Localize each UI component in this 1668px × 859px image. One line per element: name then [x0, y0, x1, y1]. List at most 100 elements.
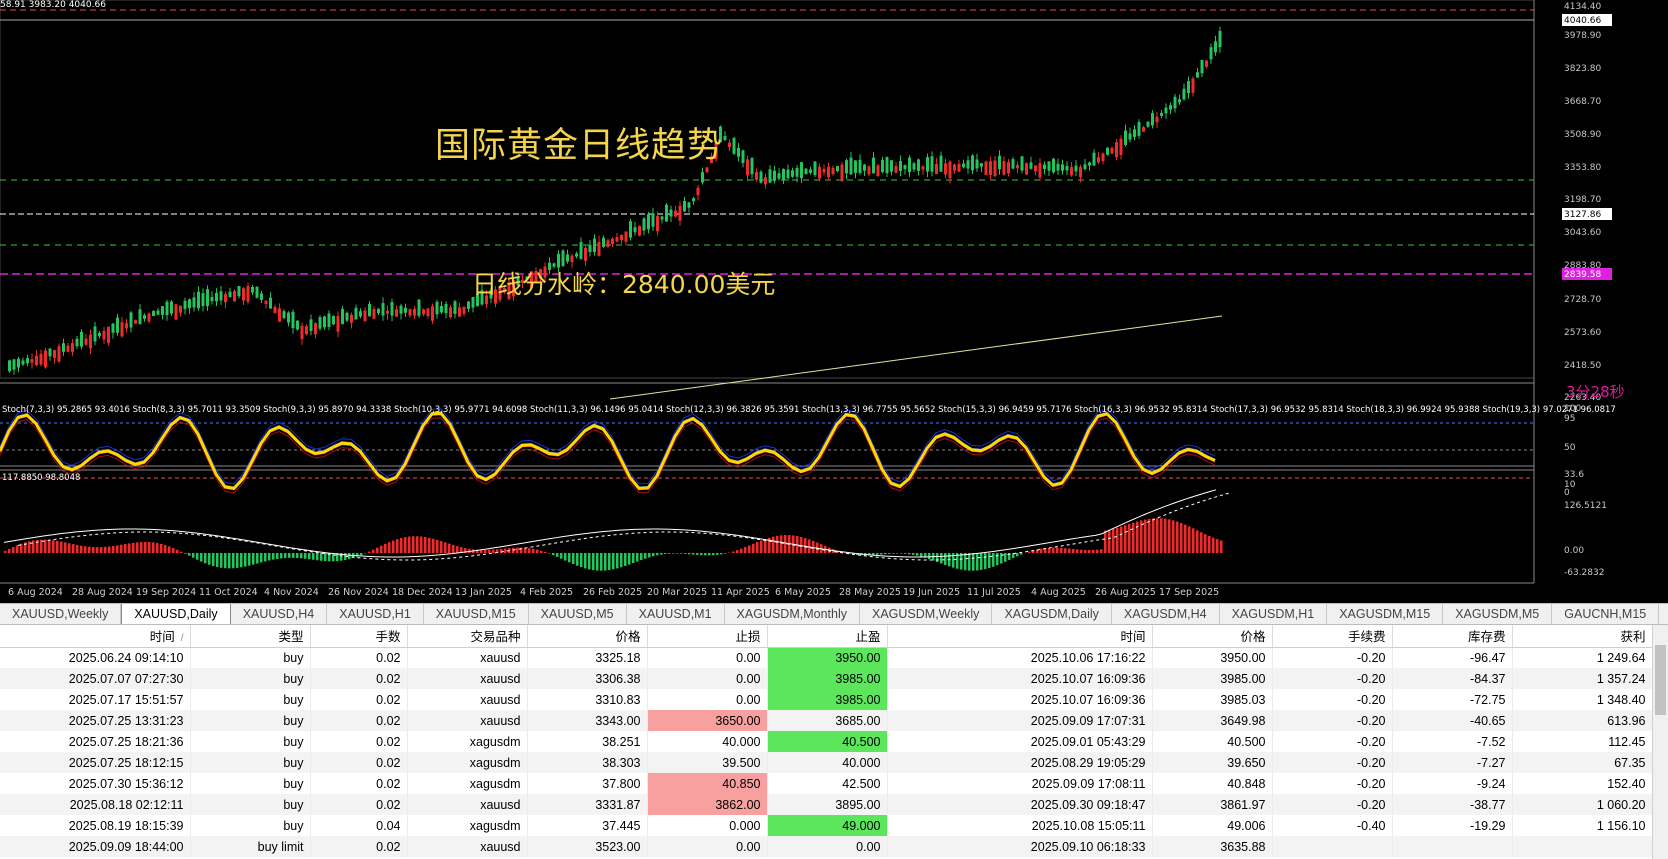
column-header[interactable]: 获利: [1512, 625, 1653, 648]
column-header[interactable]: 止盈: [767, 625, 888, 648]
candle-body: [1047, 161, 1051, 171]
column-header[interactable]: 时间: [887, 625, 1153, 648]
tab-xauusd-h1[interactable]: XAUUSD,H1: [327, 604, 424, 624]
candle-body: [1016, 165, 1019, 169]
table-row[interactable]: 2025.06.24 09:14:10 buy 0.02 xauusd 3325.18 0…: [0, 647, 1653, 668]
table-row[interactable]: 2025.09.09 18:44:00 buy limit 0.02 xauusd 35…: [0, 836, 1653, 857]
table-cell: 49.006: [1152, 815, 1273, 836]
tab-xauusd-m1[interactable]: XAUUSD,M1: [627, 604, 725, 624]
candle-body: [26, 358, 29, 364]
tab-xauusd-h4[interactable]: XAUUSD,H4: [231, 604, 328, 624]
candle-body: [431, 306, 434, 321]
tab-xagusdm-m5[interactable]: XAGUSDM,M5: [1443, 604, 1553, 624]
macd-bar: [640, 553, 643, 561]
candle-body: [440, 305, 443, 313]
macd-bar: [1220, 540, 1223, 553]
candle-body: [224, 294, 227, 303]
watershed-annotation: 日线分水岭：2840.00美元: [472, 270, 776, 299]
tab-xauusd-daily[interactable]: XAUUSD,Daily: [121, 604, 231, 624]
column-header[interactable]: 手数: [310, 625, 408, 648]
macd-bar: [620, 553, 623, 568]
table-row[interactable]: 2025.07.25 13:31:23 buy 0.02 xauusd 3343.00 3…: [0, 710, 1653, 731]
candle-body: [678, 205, 682, 221]
candle-body: [746, 159, 749, 176]
tab-xagusdm-daily[interactable]: XAGUSDM,Daily: [992, 604, 1112, 624]
macd-bar: [112, 545, 115, 553]
chart-canvas[interactable]: 4134.40 3978.90 3823.80 3668.70 3508.90 3353.…: [0, 0, 1668, 600]
table-row[interactable]: 2025.07.25 18:12:15 buy 0.02 xagusdm 38.303 3…: [0, 752, 1653, 773]
candle-body: [116, 317, 119, 333]
macd-bar: [772, 536, 775, 553]
table-cell: 3523.00: [527, 836, 648, 857]
candle-body: [1034, 165, 1037, 172]
tab-xauusd-m5[interactable]: XAUUSD,M5: [529, 604, 627, 624]
table-row[interactable]: 2025.07.30 15:36:12 buy 0.02 xagusdm 37.800 4…: [0, 773, 1653, 794]
table-cell: 0.00: [647, 668, 768, 689]
table-cell: xauusd: [407, 689, 528, 710]
tab-xagusdm-h4[interactable]: XAGUSDM,H4: [1112, 604, 1220, 624]
candle-body: [336, 315, 340, 332]
macd-bar: [744, 547, 747, 553]
trade-history-table[interactable]: 时间 / 类型 手数 交易品种 价格 止损 止盈 时间 价格 手续费 库存费 获利 2025.06.24…: [0, 625, 1668, 859]
column-header[interactable]: 库存费: [1392, 625, 1513, 648]
table-row[interactable]: 2025.08.18 02:12:11 buy 0.02 xauusd 3331.87 3…: [0, 794, 1653, 815]
tab-gaucnh-m15[interactable]: GAUCNH,M15: [1552, 604, 1660, 624]
macd-bar: [660, 553, 663, 555]
candle-body: [809, 169, 812, 173]
column-header[interactable]: 手续费: [1272, 625, 1393, 648]
candle-body: [993, 160, 997, 176]
candle-body: [818, 166, 821, 179]
candle-body: [1056, 163, 1060, 171]
candle-body: [260, 293, 263, 300]
macd-bar: [888, 553, 891, 554]
candle-body: [296, 320, 299, 330]
macd-bar: [144, 541, 147, 553]
candle-body: [233, 291, 236, 302]
macd-bar: [696, 553, 699, 555]
table-row[interactable]: 2025.08.19 18:15:39 buy 0.04 xagusdm 37.445 0…: [0, 815, 1653, 836]
table-row[interactable]: 2025.07.17 15:51:57 buy 0.02 xauusd 3310.83 0…: [0, 689, 1653, 710]
candle-body: [201, 293, 205, 306]
macd-bar: [1048, 547, 1051, 553]
macd-bar: [564, 553, 567, 561]
macd-bar: [552, 553, 555, 556]
tab-xagusdm-m15[interactable]: XAGUSDM,M15: [1327, 604, 1444, 624]
table-row[interactable]: 2025.07.25 18:21:36 buy 0.02 xagusdm 38.251 4…: [0, 731, 1653, 752]
tab-xagusdm-monthly[interactable]: XAGUSDM,Monthly: [725, 604, 860, 624]
candle-body: [422, 309, 425, 315]
macd-bar: [692, 553, 695, 555]
tab-xagusdm-weekly[interactable]: XAGUSDM,Weekly: [860, 604, 993, 624]
macd-bar: [92, 547, 95, 553]
candle-body: [129, 312, 133, 328]
candle-body: [1200, 59, 1204, 74]
candle-body: [1119, 138, 1123, 155]
macd-bar: [548, 553, 551, 554]
table-row[interactable]: 2025.07.07 07:27:30 buy 0.02 xauusd 3306.38 0…: [0, 668, 1653, 689]
macd-bar: [540, 550, 543, 553]
candle-body: [143, 315, 146, 319]
macd-bar: [320, 553, 323, 561]
macd-bar: [1140, 520, 1143, 553]
macd-bar: [128, 543, 131, 553]
tab-xagusdm-h1[interactable]: XAGUSDM,H1: [1220, 604, 1328, 624]
column-header[interactable]: 交易品种: [407, 625, 528, 648]
tab-xauusd-m15[interactable]: XAUUSD,M15: [424, 604, 529, 624]
price-chart[interactable]: 4134.40 3978.90 3823.80 3668.70 3508.90 3353.…: [0, 0, 1668, 600]
scrollbar-thumb[interactable]: [1655, 645, 1666, 715]
column-header[interactable]: 止损: [647, 625, 768, 648]
column-header[interactable]: 价格: [527, 625, 648, 648]
table-cell: xagusdm: [407, 752, 528, 773]
column-header[interactable]: 类型: [190, 625, 311, 648]
stoch-axis-label: 95: [1564, 414, 1575, 424]
macd-bar: [1104, 530, 1107, 553]
table-scrollbar[interactable]: [1652, 625, 1668, 859]
candle-body: [368, 303, 371, 317]
candle-body: [615, 237, 619, 242]
table-cell: 3343.00: [527, 710, 648, 731]
macd-bar: [1004, 553, 1007, 562]
candle-body: [935, 163, 938, 175]
candle-body: [170, 301, 173, 314]
column-header[interactable]: 价格: [1152, 625, 1273, 648]
tab-xauusd-weekly[interactable]: XAUUSD,Weekly: [0, 604, 122, 624]
column-header[interactable]: 时间 /: [0, 625, 191, 648]
